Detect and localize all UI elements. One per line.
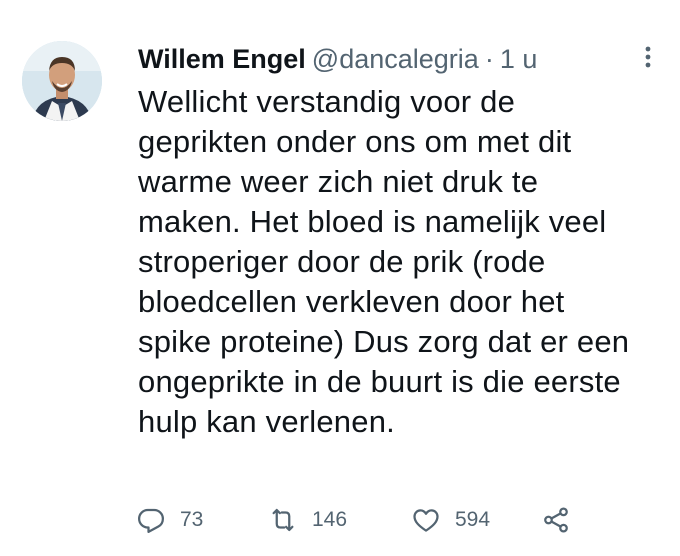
- retweet-count: 146: [312, 508, 348, 531]
- share-button[interactable]: [541, 500, 571, 540]
- retweet-button[interactable]: 146: [268, 500, 347, 540]
- tweet-text: Wellicht verstandig voor de geprikten on…: [138, 82, 663, 442]
- tweet-header: Willem Engel @dancalegria · 1 u: [138, 39, 537, 79]
- like-button[interactable]: 594: [411, 500, 490, 540]
- reply-icon: [138, 508, 164, 533]
- like-count: 594: [455, 508, 491, 531]
- author-handle[interactable]: @dancalegria: [312, 44, 479, 74]
- tweet-time[interactable]: 1 u: [500, 44, 538, 74]
- reply-count: 73: [180, 508, 204, 531]
- tweet-text-line: hulp kan verlenen.: [138, 404, 395, 439]
- heart-icon: [413, 509, 439, 532]
- author-name[interactable]: Willem Engel: [138, 44, 306, 74]
- avatar[interactable]: [22, 41, 102, 121]
- tweet-text-line: stroperiger door de prik (rode: [138, 244, 546, 279]
- retweet-icon: [272, 508, 294, 532]
- reply-button[interactable]: 73: [136, 500, 203, 540]
- tweet-text-line: ongeprikte in de buurt is die eerste: [138, 364, 621, 399]
- tweet-text-line: Wellicht verstandig voor de: [138, 84, 516, 119]
- tweet-actions: 73 146 594: [136, 500, 656, 540]
- more-vertical-icon: [645, 46, 651, 68]
- tweet-text-line: bloedcellen verkleven door het: [138, 284, 565, 319]
- separator-dot: ·: [484, 44, 494, 74]
- tweet-text-line: maken. Het bloed is namelijk veel: [138, 204, 607, 239]
- profile-photo-icon: [22, 41, 102, 121]
- tweet-text-line: spike proteine) Dus zorg dat er een: [138, 324, 630, 359]
- tweet-text-line: geprikten onder ons om met dit: [138, 124, 572, 159]
- tweet-text-line: warme weer zich niet druk te: [138, 164, 539, 199]
- share-icon: [544, 507, 568, 533]
- tweet[interactable]: Willem Engel @dancalegria · 1 u Wellicht ve…: [0, 0, 680, 556]
- more-button[interactable]: [638, 42, 658, 76]
